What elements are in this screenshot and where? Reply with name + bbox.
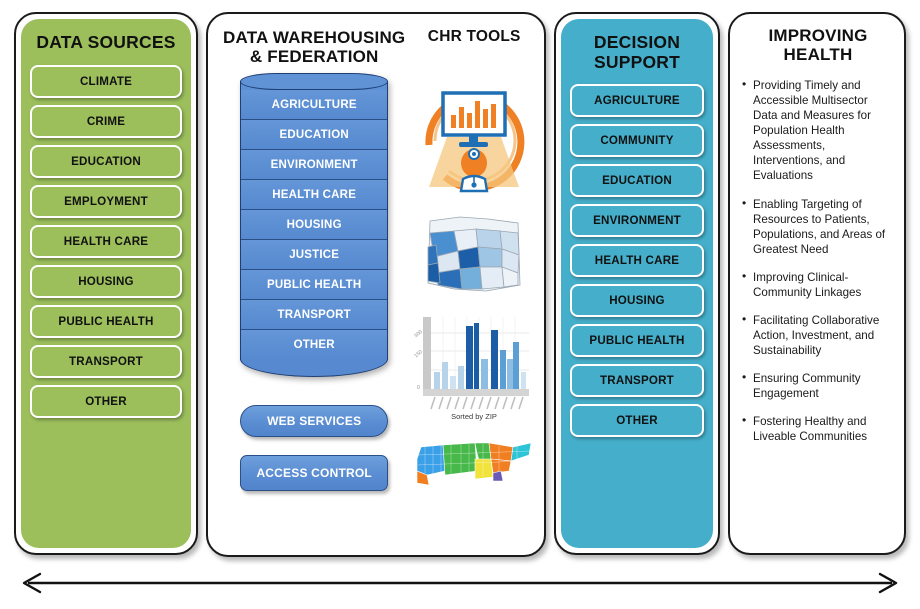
warehouse-headings: DATA WAREHOUSING & FEDERATION CHR TOOLS xyxy=(208,14,544,67)
database-cylinder-icon: AGRICULTURE EDUCATION ENVIRONMENT HEALTH… xyxy=(240,72,389,377)
data-sources-title: DATA SOURCES xyxy=(36,32,176,52)
cylinder-segment-justice[interactable]: JUSTICE xyxy=(241,239,388,270)
svg-text:150: 150 xyxy=(414,349,424,359)
improving-health-bullet-5: Ensuring Community Engagement xyxy=(742,370,894,401)
data-source-chip-crime[interactable]: CRIME xyxy=(30,104,182,138)
improving-health-bullet-4: Facilitating Collaborative Action, Inves… xyxy=(742,312,894,358)
data-source-chip-housing[interactable]: HOUSING xyxy=(30,264,182,298)
data-source-chip-transport[interactable]: TRANSPORT xyxy=(30,344,182,378)
cylinder-segment-other[interactable]: OTHER xyxy=(241,329,388,360)
sorted-bar-chart-icon: 300 150 0 Sorted by ZIP xyxy=(414,316,530,421)
cylinder-segments: AGRICULTURE EDUCATION ENVIRONMENT HEALTH… xyxy=(240,80,389,360)
data-sources-list: CLIMATE CRIME EDUCATION EMPLOYMENT HEALT… xyxy=(30,64,182,418)
decision-support-chip-environment[interactable]: ENVIRONMENT xyxy=(570,204,704,238)
cylinder-segment-transport[interactable]: TRANSPORT xyxy=(241,299,388,330)
decision-support-chip-transport[interactable]: TRANSPORT xyxy=(570,364,704,398)
decision-support-chip-agriculture[interactable]: AGRICULTURE xyxy=(570,84,704,118)
data-source-chip-education[interactable]: EDUCATION xyxy=(30,144,182,178)
decision-support-chip-housing[interactable]: HOUSING xyxy=(570,284,704,318)
data-source-chip-employment[interactable]: EMPLOYMENT xyxy=(30,184,182,218)
data-source-chip-public-health[interactable]: PUBLIC HEALTH xyxy=(30,304,182,338)
panel-decision-support: DECISION SUPPORT AGRICULTURE COMMUNITY E… xyxy=(554,12,720,555)
data-warehousing-title: DATA WAREHOUSING & FEDERATION xyxy=(223,28,406,67)
dashboard-monitor-person-icon xyxy=(425,91,525,192)
cylinder-segment-housing[interactable]: HOUSING xyxy=(241,209,388,240)
cylinder-segment-education[interactable]: EDUCATION xyxy=(241,119,388,150)
chr-tools-title: CHR TOOLS xyxy=(427,28,521,45)
diagram-columns: DATA SOURCES CLIMATE CRIME EDUCATION EMP… xyxy=(0,0,920,562)
chr-architecture-diagram: DATA SOURCES CLIMATE CRIME EDUCATION EMP… xyxy=(0,0,920,609)
county-choropleth-map-icon xyxy=(427,216,521,292)
warehouse-left-column: AGRICULTURE EDUCATION ENVIRONMENT HEALTH… xyxy=(218,72,410,492)
decision-support-chip-public-health[interactable]: PUBLIC HEALTH xyxy=(570,324,704,358)
svg-text:0: 0 xyxy=(417,385,420,391)
data-source-chip-health-care[interactable]: HEALTH CARE xyxy=(30,224,182,258)
improving-health-bullet-1: Providing Timely and Accessible Multisec… xyxy=(742,77,894,183)
chr-tools-title-wrap: CHR TOOLS xyxy=(410,28,538,67)
chr-tools-artwork-column: 300 150 0 Sorted by ZIP xyxy=(410,73,538,492)
cylinder-bottom-ellipse xyxy=(240,358,389,377)
improving-health-bullet-list: Providing Timely and Accessible Multisec… xyxy=(742,77,894,444)
access-control-button[interactable]: ACCESS CONTROL xyxy=(240,455,389,492)
decision-support-chip-community[interactable]: COMMUNITY xyxy=(570,124,704,158)
data-source-chip-climate[interactable]: CLIMATE xyxy=(30,64,182,98)
decision-support-chip-health-care[interactable]: HEALTH CARE xyxy=(570,244,704,278)
cylinder-segment-agriculture[interactable]: AGRICULTURE xyxy=(241,89,388,120)
cylinder-top-ellipse xyxy=(240,72,389,90)
warehouse-title-wrap: DATA WAREHOUSING & FEDERATION xyxy=(218,28,410,67)
decision-support-chip-other[interactable]: OTHER xyxy=(570,404,704,438)
cylinder-segment-environment[interactable]: ENVIRONMENT xyxy=(241,149,388,180)
double-headed-arrow-icon xyxy=(22,572,898,594)
panel-improving-health: IMPROVING HEALTH Providing Timely and Ac… xyxy=(728,12,906,555)
improving-health-title: IMPROVING HEALTH xyxy=(768,26,868,65)
bar-chart-caption: Sorted by ZIP xyxy=(451,412,497,421)
warehouse-body: AGRICULTURE EDUCATION ENVIRONMENT HEALTH… xyxy=(208,67,544,492)
web-services-button[interactable]: WEB SERVICES xyxy=(240,404,389,438)
decision-support-title: DECISION SUPPORT xyxy=(593,32,681,72)
decision-support-fill: DECISION SUPPORT AGRICULTURE COMMUNITY E… xyxy=(561,19,713,548)
improving-health-content: IMPROVING HEALTH Providing Timely and Ac… xyxy=(730,14,904,553)
improving-health-bullet-3: Improving Clinical-Community Linkages xyxy=(742,269,894,300)
decision-support-list: AGRICULTURE COMMUNITY EDUCATION ENVIRONM… xyxy=(570,84,704,438)
data-sources-fill: DATA SOURCES CLIMATE CRIME EDUCATION EMP… xyxy=(21,19,191,548)
panel-data-warehousing-and-chr-tools: DATA WAREHOUSING & FEDERATION CHR TOOLS … xyxy=(206,12,546,557)
decision-support-chip-education[interactable]: EDUCATION xyxy=(570,164,704,198)
svg-text:300: 300 xyxy=(414,329,424,339)
cylinder-segment-health-care[interactable]: HEALTH CARE xyxy=(241,179,388,210)
improving-health-bullet-2: Enabling Targeting of Resources to Patie… xyxy=(742,195,894,257)
panel-data-sources: DATA SOURCES CLIMATE CRIME EDUCATION EMP… xyxy=(14,12,198,555)
improving-health-bullet-6: Fostering Healthy and Liveable Communiti… xyxy=(742,413,894,444)
data-source-chip-other[interactable]: OTHER xyxy=(30,384,182,418)
cylinder-segment-public-health[interactable]: PUBLIC HEALTH xyxy=(241,269,388,300)
state-regions-map-icon xyxy=(416,442,532,486)
